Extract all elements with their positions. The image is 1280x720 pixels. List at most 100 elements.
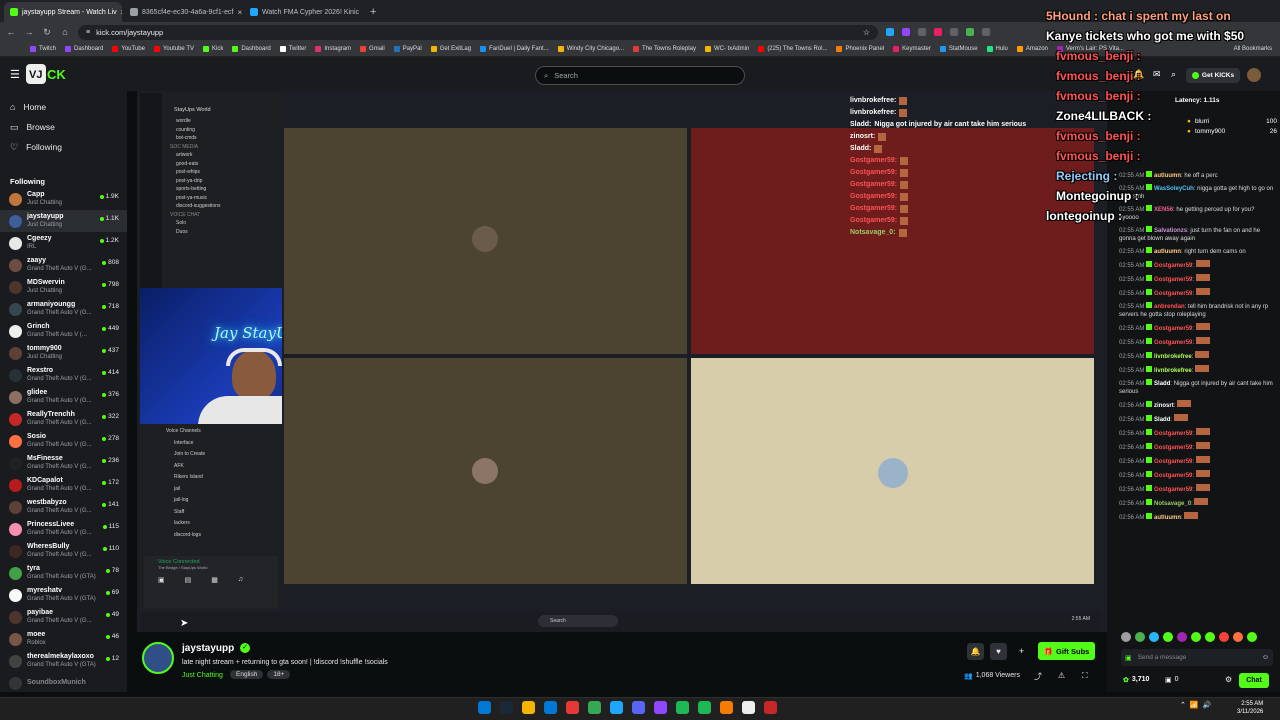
chat-message[interactable]: 02:56 AM Notsavage_0:	[1107, 496, 1280, 510]
sidebar-channel[interactable]: glidee Grand Theft Auto V (G... 376	[0, 386, 127, 408]
sidebar-channel[interactable]: ReallyTrenchh Grand Theft Auto V (G... 322	[0, 408, 127, 430]
sidebar-channel[interactable]: payibae Grand Theft Auto V (G... 49	[0, 606, 127, 628]
chat-message[interactable]: 02:55 AM Salvationzs: just turn the fan …	[1107, 224, 1280, 245]
emote-icon[interactable]	[1205, 632, 1215, 642]
bookmark-item[interactable]: Dashboard	[232, 46, 271, 52]
bookmark-item[interactable]: Twitch	[30, 46, 56, 52]
notify-button[interactable]: 🔔	[967, 643, 984, 660]
taskbar-app-icon[interactable]	[522, 701, 535, 714]
sidebar-channel[interactable]: WheresBully Grand Theft Auto V (G... 110	[0, 540, 127, 562]
chat-message[interactable]: 02:56 AM Gostgamer59:	[1107, 468, 1280, 482]
back-icon[interactable]: ←	[6, 27, 16, 37]
chat-settings-icon[interactable]: ⚙	[1225, 675, 1232, 684]
kicks-balance[interactable]: ✿ 3,710	[1123, 676, 1149, 684]
chat-message[interactable]: 02:55 AM livnbrokefree:	[1107, 349, 1280, 363]
sidebar-channel[interactable]: Sosio Grand Theft Auto V (G... 278	[0, 430, 127, 452]
share-icon[interactable]: ⤴	[1034, 671, 1042, 682]
stream-tag[interactable]: 18+	[267, 670, 291, 679]
sidebar-channel[interactable]: Capp Just Chatting 1.9K	[0, 188, 127, 210]
home-browser-icon[interactable]: ⌂	[60, 27, 70, 37]
nav-browse[interactable]: ▭ Browse	[0, 117, 127, 137]
emote-icon[interactable]	[1163, 632, 1173, 642]
bookmark-item[interactable]: PayPal	[393, 46, 422, 52]
extension-icon[interactable]	[982, 28, 990, 36]
taskbar-app-icon[interactable]	[588, 701, 601, 714]
bookmark-item[interactable]: Hulu	[986, 46, 1008, 52]
nav-home[interactable]: ⌂ Home	[0, 97, 127, 117]
stream-category[interactable]: Just Chatting	[182, 672, 223, 679]
bookmark-item[interactable]: Twitter	[279, 46, 306, 52]
bookmark-item[interactable]: Windy City Chicago...	[557, 46, 624, 52]
stream-tag[interactable]: English	[230, 670, 264, 679]
streamer-avatar[interactable]	[142, 642, 174, 674]
extension-icon[interactable]	[918, 28, 926, 36]
chat-message[interactable]: 02:56 AM Gostgamer59:	[1107, 440, 1280, 454]
follow-button[interactable]: ♥	[990, 643, 1007, 660]
taskbar-app-icon[interactable]	[478, 701, 491, 714]
reload-icon[interactable]: ↻	[42, 27, 52, 38]
kick-logo[interactable]: VJ CK	[26, 64, 78, 84]
site-info-icon[interactable]: ≡	[86, 29, 90, 36]
chat-message[interactable]: 02:55 AM Gostgamer59:	[1107, 321, 1280, 335]
extension-icon[interactable]	[934, 28, 942, 36]
theater-icon[interactable]: ⛶	[1082, 671, 1088, 681]
chat-message[interactable]: 02:55 AM anbrendan: tell him brandrisk n…	[1107, 300, 1280, 321]
sidebar-channel[interactable]: armaniyoungg Grand Theft Auto V (G... 718	[0, 298, 127, 320]
chat-message[interactable]: 02:56 AM Gostgamer59:	[1107, 482, 1280, 496]
sidebar-channel[interactable]: SoundboxMunich	[0, 672, 127, 694]
forward-icon[interactable]: →	[24, 27, 34, 37]
bookmark-item[interactable]: Kick	[202, 46, 223, 52]
bookmark-item[interactable]: Dashboard	[65, 46, 103, 52]
taskbar-app-icon[interactable]	[566, 701, 579, 714]
extension-icon[interactable]	[950, 28, 958, 36]
bookmark-item[interactable]: Instagram	[315, 46, 351, 52]
chat-message[interactable]: 02:55 AM Gostgamer59:	[1107, 335, 1280, 349]
bookmark-item[interactable]: WC- txAdmin	[704, 46, 749, 52]
extension-icon[interactable]	[902, 28, 910, 36]
chat-mode-icon[interactable]: ▣	[1125, 654, 1132, 662]
sidebar-channel[interactable]: PrincessLivee Grand Theft Auto V (G... 115	[0, 518, 127, 540]
bookmark-item[interactable]: The Towns Roleplay	[633, 46, 696, 52]
emoji-icon[interactable]: ☺	[1262, 654, 1269, 661]
chat-send-button[interactable]: Chat	[1239, 673, 1269, 688]
chat-message[interactable]: 02:55 AM Gostgamer59:	[1107, 286, 1280, 300]
chat-message[interactable]: 02:56 AM Sladd:	[1107, 412, 1280, 426]
volume-icon[interactable]: 🔊	[1203, 701, 1212, 709]
menu-icon[interactable]: ☰	[10, 68, 20, 81]
bookmark-item[interactable]: (225) The Towns Rol...	[758, 46, 827, 52]
sidebar-channel[interactable]: KDCapalot Grand Theft Auto V (G... 172	[0, 474, 127, 496]
taskbar-app-icon[interactable]	[654, 701, 667, 714]
emote-icon[interactable]	[1247, 632, 1257, 642]
sidebar-channel[interactable]: westbabyzo Grand Theft Auto V (G... 141	[0, 496, 127, 518]
sidebar-channel[interactable]: myreshatv Grand Theft Auto V (GTA) 69	[0, 584, 127, 606]
sidebar-channel[interactable]: Grinch Grand Theft Auto V (... 449	[0, 320, 127, 342]
taskbar-app-icon[interactable]	[632, 701, 645, 714]
streamer-name[interactable]: jaystayupp	[182, 643, 234, 654]
taskbar-app-icon[interactable]	[676, 701, 689, 714]
emote-icon[interactable]	[1135, 632, 1145, 642]
chat-message[interactable]: 02:56 AM Gostgamer59:	[1107, 454, 1280, 468]
sidebar-channel[interactable]: MDSwervin Just Chatting 798	[0, 276, 127, 298]
close-icon[interactable]: ×	[121, 8, 122, 17]
sidebar-channel[interactable]: Cgeezy IRL 1.2K	[0, 232, 127, 254]
sidebar-channel[interactable]: zaayy Grand Theft Auto V (G... 808	[0, 254, 127, 276]
extension-icon[interactable]	[966, 28, 974, 36]
emote-icon[interactable]	[1219, 632, 1229, 642]
more-options-button[interactable]: +	[1013, 643, 1030, 660]
bookmark-item[interactable]: Keymaster	[893, 46, 931, 52]
taskbar-app-icon[interactable]	[742, 701, 755, 714]
bookmark-item[interactable]: Youtube TV	[153, 46, 194, 52]
close-icon[interactable]: ×	[237, 8, 242, 17]
bookmark-item[interactable]: Amazon	[1016, 46, 1048, 52]
bookmark-item[interactable]: StatMouse	[939, 46, 978, 52]
bookmark-item[interactable]: FanDuel | Daily Fant...	[480, 46, 549, 52]
bookmark-item[interactable]: YouTube	[112, 46, 145, 52]
sidebar-channel[interactable]: jaystayupp Just Chatting 1.1K	[0, 210, 127, 232]
chevron-up-icon[interactable]: ⌃	[1180, 701, 1186, 709]
taskbar-app-icon[interactable]	[764, 701, 777, 714]
chat-message[interactable]: 02:56 AM autluumn:	[1107, 510, 1280, 524]
chat-input[interactable]: ▣ Send a message ☺	[1121, 649, 1273, 666]
taskbar-app-icon[interactable]	[544, 701, 557, 714]
sidebar-channel[interactable]: therealmekaylaxoxo Grand Theft Auto V (GT…	[0, 650, 127, 672]
chat-message[interactable]: 02:56 AM Sladd: Nigga got injured by air…	[1107, 377, 1280, 398]
